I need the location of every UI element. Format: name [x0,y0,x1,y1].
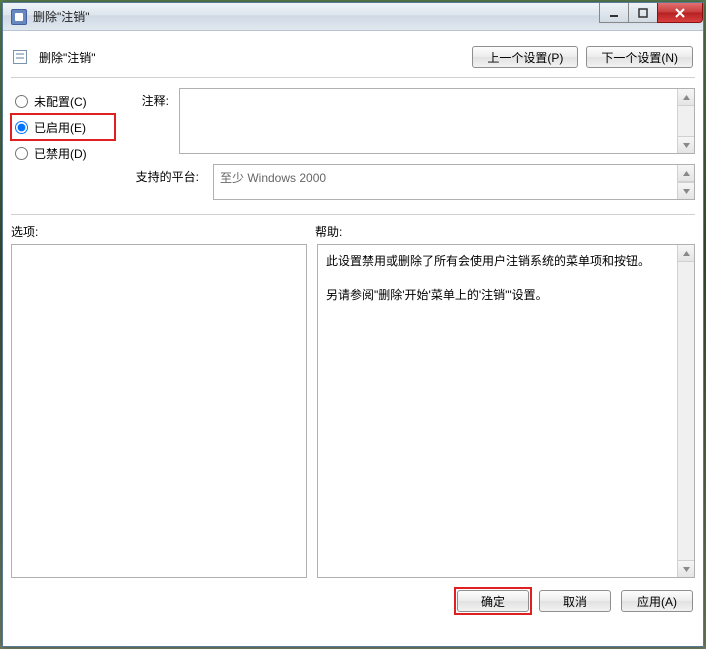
scroll-down-icon[interactable] [678,136,694,153]
supported-platform-field: 至少 Windows 2000 [213,164,695,200]
window-title: 删除"注销" [33,8,90,25]
header-row: 删除"注销" 上一个设置(P) 下一个设置(N) [11,37,695,77]
options-pane [11,244,307,578]
close-button[interactable] [657,3,703,23]
next-setting-button[interactable]: 下一个设置(N) [586,46,693,68]
cancel-button[interactable]: 取消 [539,590,611,612]
help-scrollbar[interactable] [677,245,694,577]
ok-button[interactable]: 确定 [457,590,529,612]
footer-buttons: 确定 取消 应用(A) [11,590,695,612]
help-line-1: 此设置禁用或删除了所有会使用户注销系统的菜单项和按钮。 [326,251,669,271]
dialog-window: 删除"注销" 删除"注销" 上一个设置(P) 下一个设置(N) [2,2,704,647]
radio-enabled[interactable]: 已启用(E) [11,114,115,140]
scroll-down-icon[interactable] [678,560,694,577]
scroll-up-icon[interactable] [678,89,694,106]
radio-not-configured[interactable]: 未配置(C) [11,88,115,114]
help-text: 此设置禁用或删除了所有会使用户注销系统的菜单项和按钮。 另请参阅"删除'开始'菜… [318,245,677,577]
help-label: 帮助: [315,223,695,240]
maximize-button[interactable] [628,3,658,23]
supported-label: 支持的平台: [129,164,199,185]
window-buttons [600,3,703,23]
policy-title: 删除"注销" [39,49,96,66]
policy-app-icon [11,9,27,25]
radio-enabled-input[interactable] [15,121,28,134]
previous-setting-button[interactable]: 上一个设置(P) [472,46,578,68]
state-radio-group: 未配置(C) 已启用(E) 已禁用(D) [11,88,115,166]
divider [11,214,695,215]
radio-not-configured-input[interactable] [15,95,28,108]
comment-scrollbar[interactable] [677,89,694,153]
divider [11,77,695,78]
platform-scrollbar[interactable] [677,165,694,199]
comment-textarea[interactable] [180,89,677,153]
client-area: 删除"注销" 上一个设置(P) 下一个设置(N) 未配置(C) 已启用(E) [11,37,695,638]
policy-icon [13,48,31,66]
radio-disabled-label: 已禁用(D) [34,145,87,162]
radio-disabled[interactable]: 已禁用(D) [11,140,115,166]
help-line-2: 另请参阅"删除'开始'菜单上的'注销'"设置。 [326,285,669,305]
scroll-down-icon[interactable] [678,182,694,199]
radio-disabled-input[interactable] [15,147,28,160]
scroll-up-icon[interactable] [678,165,694,182]
help-pane: 此设置禁用或删除了所有会使用户注销系统的菜单项和按钮。 另请参阅"删除'开始'菜… [317,244,695,578]
radio-enabled-label: 已启用(E) [34,119,86,136]
apply-button[interactable]: 应用(A) [621,590,693,612]
comment-field [179,88,695,154]
supported-platform-text: 至少 Windows 2000 [214,165,677,199]
options-label: 选项: [11,223,315,240]
scroll-up-icon[interactable] [678,245,694,262]
comment-label: 注释: [129,88,169,154]
minimize-button[interactable] [599,3,629,23]
titlebar[interactable]: 删除"注销" [3,3,703,31]
radio-not-configured-label: 未配置(C) [34,93,87,110]
